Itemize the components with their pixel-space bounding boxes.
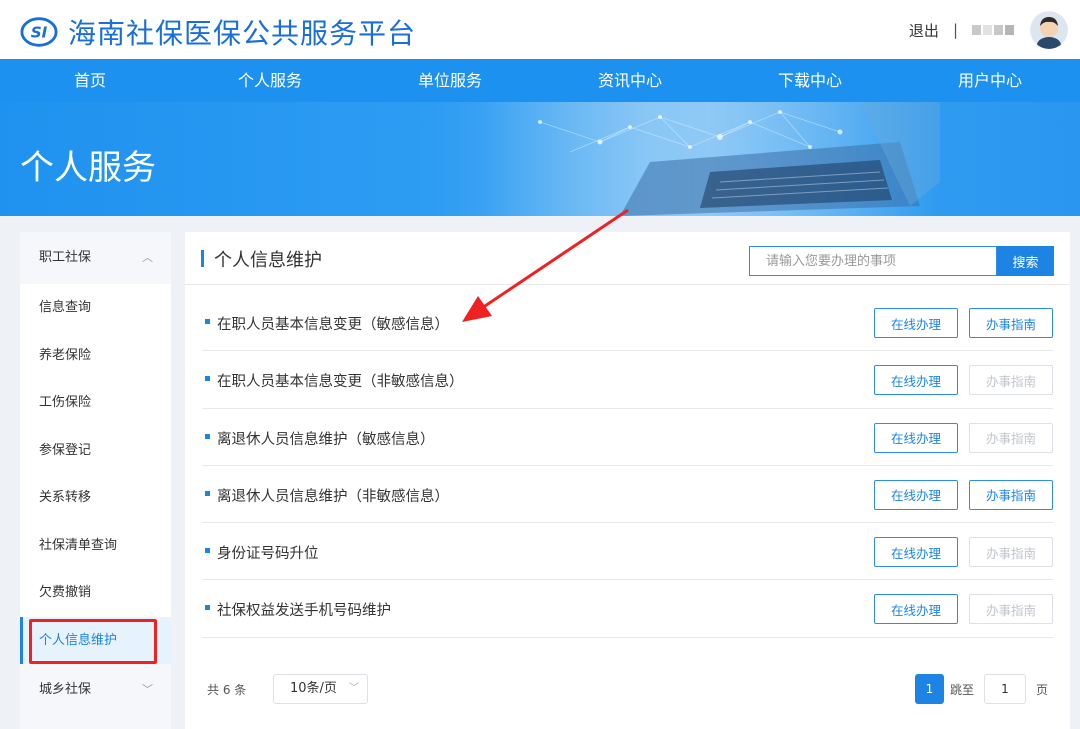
chevron-down-icon: ﹀ — [349, 683, 359, 694]
chevron-up-icon: ︿ — [142, 251, 153, 264]
sidebar-item-injury-insurance[interactable]: 工伤保险 — [20, 379, 171, 427]
pagination: 共 6 条 10条/页 ﹀ 1 跳至 页 — [185, 672, 1070, 706]
user-area: 退出 | — [909, 10, 1068, 50]
list-item: 在职人员基本信息变更（敏感信息） 在线办理 办事指南 — [202, 294, 1053, 352]
jump-page-input[interactable] — [984, 674, 1026, 704]
nav-item-personal[interactable]: 个人服务 — [180, 59, 360, 102]
list-item: 离退休人员信息维护（敏感信息） 在线办理 办事指南 — [202, 409, 1053, 466]
nav-item-employer[interactable]: 单位服务 — [360, 59, 540, 102]
service-title[interactable]: 社保权益发送手机号码维护 — [217, 599, 391, 620]
guide-button[interactable]: 办事指南 — [969, 308, 1053, 338]
guide-button: 办事指南 — [969, 365, 1053, 396]
sidebar-group-urban-rural[interactable]: 城乡社保 ﹀ — [20, 664, 171, 716]
bullet-icon — [205, 319, 210, 324]
bullet-icon — [205, 490, 210, 496]
sidebar-item-statement-query[interactable]: 社保清单查询 — [20, 521, 171, 569]
service-list: 在职人员基本信息变更（敏感信息） 在线办理 办事指南 在职人员基本信息变更（非敏… — [202, 294, 1053, 638]
list-item: 在职人员基本信息变更（非敏感信息） 在线办理 办事指南 — [202, 351, 1053, 409]
online-handle-button[interactable]: 在线办理 — [874, 365, 958, 396]
top-header: SI 海南社保医保公共服务平台 退出 | — [0, 0, 1080, 59]
bullet-icon — [205, 376, 210, 382]
bullet-icon — [205, 605, 210, 611]
list-item: 离退休人员信息维护（非敏感信息） 在线办理 办事指南 — [202, 466, 1053, 524]
page-size-value: 10条/页 — [290, 681, 337, 696]
laptop-network-illustration — [480, 102, 940, 216]
sidebar: 职工社保 ︿ 信息查询 养老保险 工伤保险 参保登记 关系转移 社保清单查询 欠… — [20, 232, 171, 729]
sidebar-group-employee-insurance[interactable]: 职工社保 ︿ — [20, 232, 171, 284]
online-handle-button[interactable]: 在线办理 — [874, 422, 958, 453]
list-item: 身份证号码升位 在线办理 办事指南 — [202, 523, 1053, 581]
si-logo-icon: SI — [20, 17, 58, 47]
sidebar-item-info-query[interactable]: 信息查询 — [20, 284, 171, 332]
nav-item-news[interactable]: 资讯中心 — [540, 59, 720, 102]
banner-title: 个人服务 — [20, 148, 156, 188]
online-handle-button[interactable]: 在线办理 — [874, 594, 958, 625]
header-separator: | — [952, 21, 958, 39]
online-handle-button[interactable]: 在线办理 — [874, 308, 958, 338]
sidebar-item-arrears-cancel[interactable]: 欠费撤销 — [20, 569, 171, 617]
search-button[interactable]: 搜索 — [997, 246, 1054, 276]
chevron-down-icon: ﹀ — [142, 683, 153, 696]
nav-item-download[interactable]: 下载中心 — [720, 59, 900, 102]
service-title[interactable]: 在职人员基本信息变更（敏感信息） — [217, 313, 449, 334]
guide-button: 办事指南 — [969, 537, 1053, 568]
user-avatar[interactable] — [1030, 11, 1068, 49]
avatar-icon — [1030, 11, 1068, 49]
nav-item-user-center[interactable]: 用户中心 — [900, 59, 1080, 102]
sidebar-item-transfer[interactable]: 关系转移 — [20, 474, 171, 522]
sidebar-group-label: 城乡社保 — [39, 682, 92, 697]
guide-button: 办事指南 — [969, 422, 1053, 453]
service-title[interactable]: 离退休人员信息维护（非敏感信息） — [217, 485, 449, 506]
site-title: 海南社保医保公共服务平台 — [68, 17, 417, 50]
sidebar-item-pension[interactable]: 养老保险 — [20, 331, 171, 379]
svg-text:SI: SI — [31, 24, 48, 42]
service-title[interactable]: 身份证号码升位 — [217, 542, 319, 563]
search-input[interactable] — [749, 246, 997, 276]
content-panel: 个人信息维护 搜索 在职人员基本信息变更（敏感信息） 在线办理 办事指南 在职人… — [185, 232, 1070, 729]
page-size-select[interactable]: 10条/页 ﹀ — [273, 674, 368, 704]
page-title: 个人信息维护 — [214, 250, 322, 271]
jump-label: 跳至 — [950, 683, 975, 697]
bullet-icon — [205, 433, 210, 439]
nav-item-home[interactable]: 首页 — [0, 59, 180, 102]
service-title[interactable]: 在职人员基本信息变更（非敏感信息） — [217, 370, 464, 391]
site-logo[interactable]: SI 海南社保医保公共服务平台 — [20, 12, 416, 52]
service-title[interactable]: 离退休人员信息维护（敏感信息） — [217, 428, 435, 449]
masked-username — [972, 25, 1014, 35]
page-banner: 个人服务 — [0, 102, 1080, 216]
sidebar-group-label: 职工社保 — [39, 250, 92, 265]
page-number-current[interactable]: 1 — [915, 674, 944, 704]
online-handle-button[interactable]: 在线办理 — [874, 537, 958, 568]
title-accent-bar — [201, 250, 204, 267]
main-nav: 首页 个人服务 单位服务 资讯中心 下载中心 用户中心 — [0, 59, 1080, 102]
bullet-icon — [205, 548, 210, 554]
sidebar-item-enrollment[interactable]: 参保登记 — [20, 426, 171, 474]
page-unit-label: 页 — [1036, 683, 1049, 697]
sidebar-item-personal-info[interactable]: 个人信息维护 — [20, 616, 171, 664]
total-count: 共 6 条 — [207, 683, 247, 697]
content-header: 个人信息维护 搜索 — [185, 232, 1070, 285]
logout-link[interactable]: 退出 — [909, 20, 939, 41]
online-handle-button[interactable]: 在线办理 — [874, 479, 958, 510]
guide-button[interactable]: 办事指南 — [969, 479, 1053, 510]
list-item: 社保权益发送手机号码维护 在线办理 办事指南 — [202, 580, 1053, 638]
guide-button: 办事指南 — [969, 594, 1053, 625]
